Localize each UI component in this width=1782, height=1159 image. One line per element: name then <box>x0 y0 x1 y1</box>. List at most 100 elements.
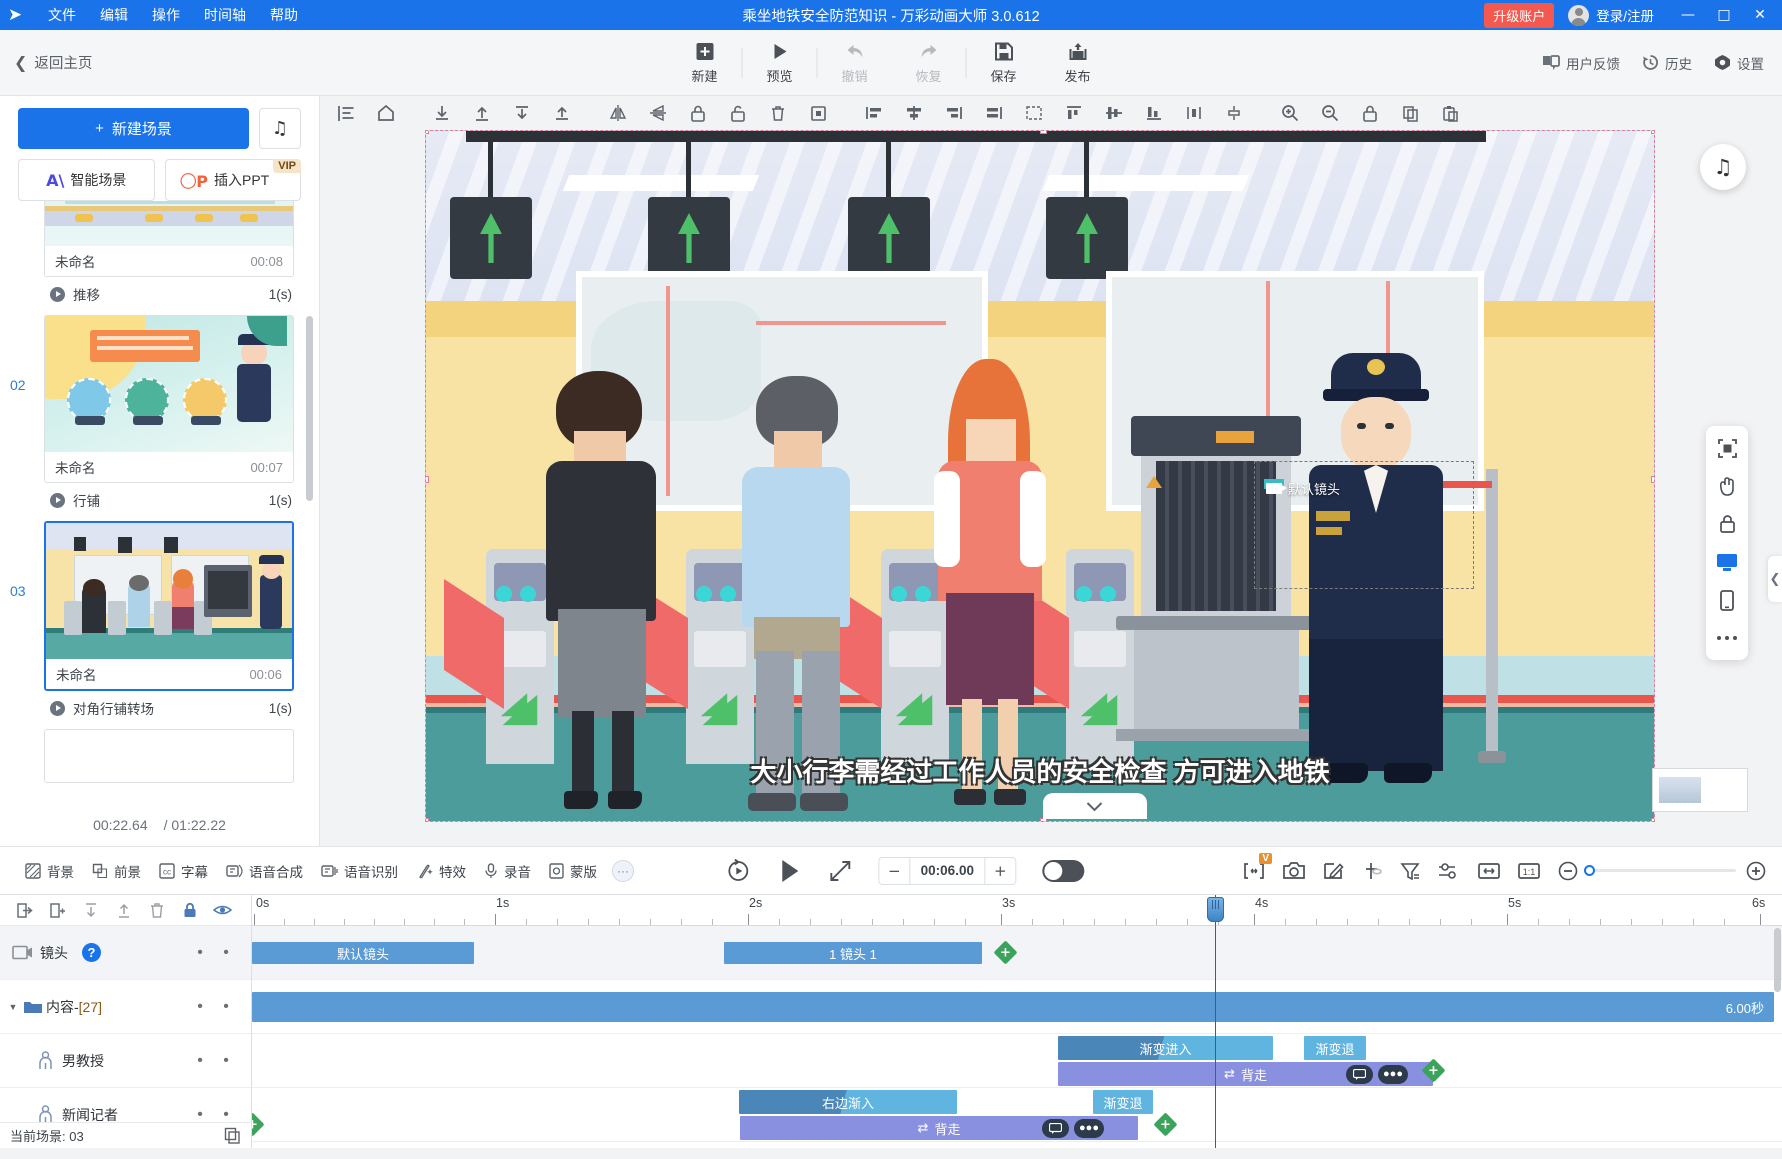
duration-value[interactable]: 00:06.00 <box>909 857 986 884</box>
track-lock-toggle[interactable]: • <box>187 1052 213 1068</box>
scene-list[interactable]: 未命名 00:08 推移 1(s) 02 未命名 00:07 行铺 1(s) 0… <box>0 201 319 804</box>
account-button[interactable]: 登录/注册 <box>1568 4 1654 26</box>
dock-collapse-arrow[interactable]: ❮ <box>1768 556 1782 602</box>
history-button[interactable]: 历史 <box>1642 53 1692 73</box>
collapse-panel-button[interactable] <box>1042 793 1147 819</box>
music-button[interactable]: ♫ <box>259 108 301 149</box>
delete-icon[interactable] <box>758 98 798 128</box>
eye-icon[interactable] <box>206 897 239 923</box>
back-home-button[interactable]: ❮ 返回主页 <box>14 52 92 73</box>
help-icon[interactable]: ? <box>82 943 101 962</box>
menu-operation[interactable]: 操作 <box>142 1 190 29</box>
asr-button[interactable]: 语音识别 <box>312 857 407 885</box>
track-visible-toggle[interactable]: • <box>213 998 239 1014</box>
copy-icon[interactable] <box>1390 98 1430 128</box>
sidebar-scrollbar[interactable] <box>306 316 313 501</box>
menu-timeline[interactable]: 时间轴 <box>194 1 256 29</box>
scene-transition-row[interactable]: 对角行铺转场 1(s) <box>44 691 294 725</box>
duration-stepper[interactable]: − 00:06.00 + <box>878 856 1017 885</box>
track-header-camera[interactable]: 镜头 ? • • <box>0 926 251 980</box>
align-top-icon[interactable] <box>1054 98 1094 128</box>
background-music-button[interactable]: ♫ <box>1700 144 1746 190</box>
resize-handle[interactable] <box>1651 818 1654 821</box>
hand-pan-icon[interactable] <box>1714 474 1740 498</box>
track-visible-toggle[interactable]: • <box>213 1052 239 1068</box>
timeline-clip-anim-out[interactable]: 渐变退 <box>1093 1090 1153 1114</box>
lock-dock-icon[interactable] <box>1714 512 1740 536</box>
menu-edit[interactable]: 编辑 <box>90 1 138 29</box>
scene-transition-row[interactable]: 行铺 1(s) <box>44 483 294 517</box>
distribute-box-icon[interactable] <box>1014 98 1054 128</box>
expand-arrow-icon[interactable]: ▼ <box>6 1002 20 1012</box>
menu-file[interactable]: 文件 <box>38 1 86 29</box>
close-icon[interactable]: ✕ <box>1742 0 1778 30</box>
flip-vertical-icon[interactable] <box>638 98 678 128</box>
align-bottom-icon[interactable] <box>422 98 462 128</box>
timeline-clip-camera[interactable]: 1 镜头 1 <box>724 942 982 964</box>
subtitle-text[interactable]: 大小行李需经过工作人员的安全检查 方可进入地铁 <box>426 752 1654 789</box>
track-row-content[interactable]: 6.00秒 <box>252 980 1782 1034</box>
move-up-icon[interactable] <box>107 897 140 923</box>
new-button[interactable]: 新建 <box>668 35 742 91</box>
paste-icon[interactable] <box>1430 98 1470 128</box>
save-button[interactable]: 保存 <box>967 35 1041 91</box>
flip-horizontal-icon[interactable] <box>598 98 638 128</box>
keyframe-marker[interactable] <box>252 1112 265 1137</box>
fullscreen-button[interactable] <box>828 859 852 883</box>
scene-thumbnail[interactable]: 未命名 00:08 <box>44 201 294 277</box>
redo-button[interactable]: 恢复 <box>892 35 966 91</box>
scene-item[interactable]: 02 未命名 00:07 行铺 1(s) <box>10 315 301 517</box>
crop-icon[interactable] <box>798 98 838 128</box>
resize-handle[interactable] <box>426 476 429 483</box>
fit-frame-icon[interactable] <box>1714 436 1740 460</box>
new-folder-icon[interactable] <box>41 897 74 923</box>
lock-icon[interactable] <box>678 98 718 128</box>
keyframe-marker[interactable] <box>1153 1112 1178 1137</box>
timeline-ruler[interactable]: 0s 1s 2s 3s 4s 5s 6s <box>252 895 1782 926</box>
sliders-button[interactable] <box>1438 861 1460 881</box>
unlock-icon[interactable] <box>718 98 758 128</box>
more-pill[interactable]: ●●● <box>1074 1118 1104 1138</box>
timeline-panel-icon[interactable] <box>326 98 366 128</box>
mobile-preview-icon[interactable] <box>1714 588 1740 612</box>
comment-pill[interactable] <box>1346 1064 1373 1084</box>
timeline-clip-content[interactable]: 6.00秒 <box>252 992 1774 1022</box>
zoom-out-icon[interactable] <box>1558 861 1578 881</box>
align-center-h-icon[interactable] <box>894 98 934 128</box>
scene-item[interactable]: 未命名 00:08 推移 1(s) <box>44 201 301 311</box>
undo-button[interactable]: 撤销 <box>818 35 892 91</box>
ratio-1-1-button[interactable]: 1:1 <box>1518 861 1540 881</box>
move-down-icon[interactable] <box>74 897 107 923</box>
duplicate-icon[interactable] <box>224 1127 241 1144</box>
timeline-playhead[interactable] <box>1207 895 1224 1148</box>
resize-handle[interactable] <box>426 131 429 134</box>
align-justify-icon[interactable] <box>974 98 1014 128</box>
zoom-slider-knob[interactable] <box>1584 865 1595 876</box>
more-options-icon[interactable] <box>1714 626 1740 650</box>
user-feedback-button[interactable]: 用户反馈 <box>1542 53 1620 73</box>
mask-button[interactable]: 蒙版 <box>540 857 606 885</box>
import-icon[interactable] <box>8 897 41 923</box>
background-button[interactable]: 背景 <box>16 857 83 885</box>
duration-plus-button[interactable]: + <box>985 862 1015 880</box>
zoom-out-icon[interactable] <box>1310 98 1350 128</box>
bring-to-front-icon[interactable] <box>462 98 502 128</box>
track-row-camera[interactable]: 默认镜头 1 镜头 1 <box>252 926 1782 980</box>
zoom-slider[interactable] <box>1558 861 1766 881</box>
track-header-professor[interactable]: 男教授 • • <box>0 1034 251 1088</box>
track-visible-toggle[interactable]: • <box>213 944 239 960</box>
smart-scene-button[interactable]: A\ 智能场景 <box>18 159 155 201</box>
keyframe-marker[interactable] <box>993 940 1018 965</box>
new-scene-button[interactable]: + 新建场景 <box>18 108 249 149</box>
timeline-clip-motion[interactable]: ⇄ 背走 <box>1058 1062 1433 1086</box>
resize-handle[interactable] <box>1040 131 1047 134</box>
track-lock-toggle[interactable]: • <box>187 1106 213 1122</box>
track-lock-toggle[interactable]: • <box>187 944 213 960</box>
subtitle-button[interactable]: cc 字幕 <box>150 857 217 885</box>
scene-transition-row[interactable]: 推移 1(s) <box>44 277 294 311</box>
insert-ppt-button[interactable]: ⃝P 插入PPT VIP <box>164 159 301 201</box>
track-visible-toggle[interactable]: • <box>213 1106 239 1122</box>
record-button[interactable]: 录音 <box>475 857 540 885</box>
align-bottom2-icon[interactable] <box>1134 98 1174 128</box>
minimap[interactable] <box>1652 768 1748 812</box>
